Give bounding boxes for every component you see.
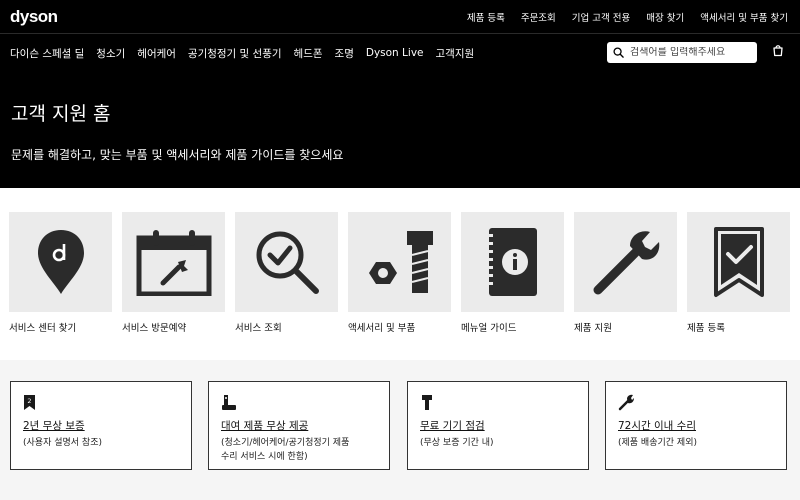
tile-label: 서비스 조회 (235, 323, 282, 334)
nav-item-support[interactable]: 고객지원 (436, 46, 475, 61)
wrench-small-icon (618, 394, 634, 411)
tile-label: 메뉴얼 가이드 (461, 323, 517, 334)
tile-box (348, 212, 451, 312)
warranty-badge-number: 2 (27, 397, 31, 405)
calendar-wrench-icon (136, 230, 211, 296)
manual-info-icon (484, 228, 537, 296)
nav-item-vacuums[interactable]: 청소기 (96, 46, 125, 61)
benefit-card-warranty[interactable]: 2 2년 무상 보증 (사용자 설명서 참조) (10, 381, 192, 470)
bookmark-check-icon (713, 227, 764, 297)
utility-links: 제품 등록 주문조회 기업 고객 전용 매장 찾기 액세서리 및 부품 찾기 (451, 0, 788, 34)
warranty-badge-icon: 2 (24, 395, 35, 410)
tile-label: 액세서리 및 부품 (348, 323, 416, 334)
benefit-title[interactable]: 무료 기기 점검 (420, 418, 576, 433)
tile-label: 서비스 방문예약 (122, 323, 187, 334)
benefit-desc: (무상 보증 기간 내) (420, 438, 494, 448)
nav-item-lighting[interactable]: 조명 (335, 46, 354, 61)
nav-item-headphones[interactable]: 헤드폰 (294, 46, 323, 61)
tile-box (235, 212, 338, 312)
bolt-icon (422, 395, 432, 410)
tile-product-register[interactable]: 제품 등록 (687, 212, 790, 334)
tile-service-booking[interactable]: 서비스 방문예약 (122, 212, 225, 334)
benefit-desc-line: 수리 서비스 시에 한함) (221, 452, 308, 462)
util-link-store-finder[interactable]: 매장 찾기 (646, 10, 684, 24)
tile-box (9, 212, 112, 312)
benefit-card-loaner[interactable]: 대여 제품 무상 제공 (청소기/헤어케어/공기청정기 제품 수리 서비스 시에… (208, 381, 390, 470)
benefit-desc: (청소기/헤어케어/공기청정기 제품 수리 서비스 시에 한함) (221, 436, 377, 464)
nut-bolt-icon (368, 231, 433, 293)
location-pin-icon (37, 230, 84, 294)
nav-item-haircare[interactable]: 헤어케어 (137, 46, 176, 61)
search-input[interactable] (630, 47, 748, 58)
shopping-bag-icon[interactable] (771, 43, 785, 57)
benefit-desc: (제품 배송기간 제외) (618, 438, 697, 448)
tile-service-lookup[interactable]: 서비스 조회 (235, 212, 338, 334)
nav-item-special-deals[interactable]: 다이슨 스페셜 딜 (10, 46, 84, 61)
loan-device-icon (222, 395, 236, 410)
tile-product-support[interactable]: 제품 지원 (574, 212, 677, 334)
nav-item-air-purifiers[interactable]: 공기청정기 및 선풍기 (188, 46, 282, 61)
search-icon (613, 47, 624, 58)
util-link-product-register[interactable]: 제품 등록 (467, 10, 505, 24)
nav-item-dyson-live[interactable]: Dyson Live (366, 47, 424, 59)
top-utility-bar: dyson 제품 등록 주문조회 기업 고객 전용 매장 찾기 액세서리 및 부… (0, 0, 800, 34)
util-link-parts-finder[interactable]: 액세서리 및 부품 찾기 (700, 10, 788, 24)
tile-service-center[interactable]: 서비스 센터 찾기 (9, 212, 112, 334)
benefit-title[interactable]: 대여 제품 무상 제공 (221, 418, 377, 433)
magnifier-check-icon (256, 231, 319, 294)
tile-label: 서비스 센터 찾기 (9, 323, 77, 334)
wrench-icon (593, 231, 659, 295)
dyson-logo[interactable]: dyson (10, 7, 58, 27)
tile-manual-guide[interactable]: 메뉴얼 가이드 (461, 212, 564, 334)
tile-label: 제품 등록 (687, 323, 725, 334)
tile-box (687, 212, 790, 312)
search-box[interactable] (607, 42, 757, 63)
tile-label: 제품 지원 (574, 323, 612, 334)
benefit-card-inspection[interactable]: 무료 기기 점검 (무상 보증 기간 내) (407, 381, 589, 470)
tile-box (122, 212, 225, 312)
page-subtitle: 문제를 해결하고, 맞는 부품 및 액세서리와 제품 가이드를 찾으세요 (11, 148, 344, 162)
benefit-title[interactable]: 2년 무상 보증 (23, 418, 179, 433)
util-link-order-lookup[interactable]: 주문조회 (521, 10, 556, 24)
tile-box (461, 212, 564, 312)
hero-banner: 고객 지원 홈 문제를 해결하고, 맞는 부품 및 액세서리와 제품 가이드를 … (0, 72, 800, 188)
benefit-desc-line: (청소기/헤어케어/공기청정기 제품 (221, 438, 350, 448)
page-title: 고객 지원 홈 (11, 103, 111, 125)
benefit-desc: (사용자 설명서 참조) (23, 438, 102, 448)
util-link-business[interactable]: 기업 고객 전용 (572, 10, 630, 24)
tile-box (574, 212, 677, 312)
benefit-title[interactable]: 72시간 이내 수리 (618, 418, 774, 433)
benefit-card-repair[interactable]: 72시간 이내 수리 (제품 배송기간 제외) (605, 381, 787, 470)
tile-accessories-parts[interactable]: 액세서리 및 부품 (348, 212, 451, 334)
